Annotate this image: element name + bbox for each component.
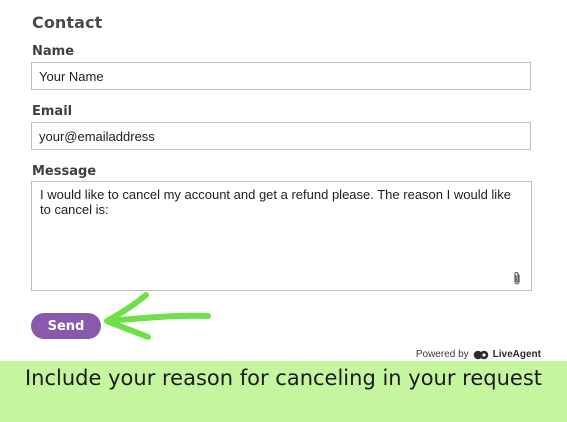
message-value: I would like to cancel my account and ge… [40, 187, 511, 217]
send-button[interactable]: Send [31, 313, 101, 339]
email-label: Email [32, 104, 73, 119]
brand-name: LiveAgent [492, 349, 541, 360]
message-field[interactable]: I would like to cancel my account and ge… [31, 181, 532, 291]
contact-form: Contact Name Your Name Email your@emaila… [0, 0, 567, 361]
caption-text: Include your reason for canceling in you… [24, 366, 542, 390]
email-field[interactable]: your@emailaddress [31, 122, 531, 150]
arrow-left-icon [104, 292, 211, 340]
name-label: Name [32, 44, 75, 59]
name-field[interactable]: Your Name [31, 62, 531, 90]
email-value: your@emailaddress [39, 128, 155, 144]
powered-by[interactable]: Powered by LiveAgent [416, 349, 541, 360]
message-label: Message [32, 164, 97, 179]
liveagent-logo-icon [473, 350, 488, 359]
form-title: Contact [32, 13, 103, 32]
name-value: Your Name [39, 68, 104, 84]
caption-banner: Include your reason for canceling in you… [0, 361, 567, 422]
paperclip-icon[interactable] [512, 271, 522, 286]
powered-by-text: Powered by [415, 349, 469, 360]
